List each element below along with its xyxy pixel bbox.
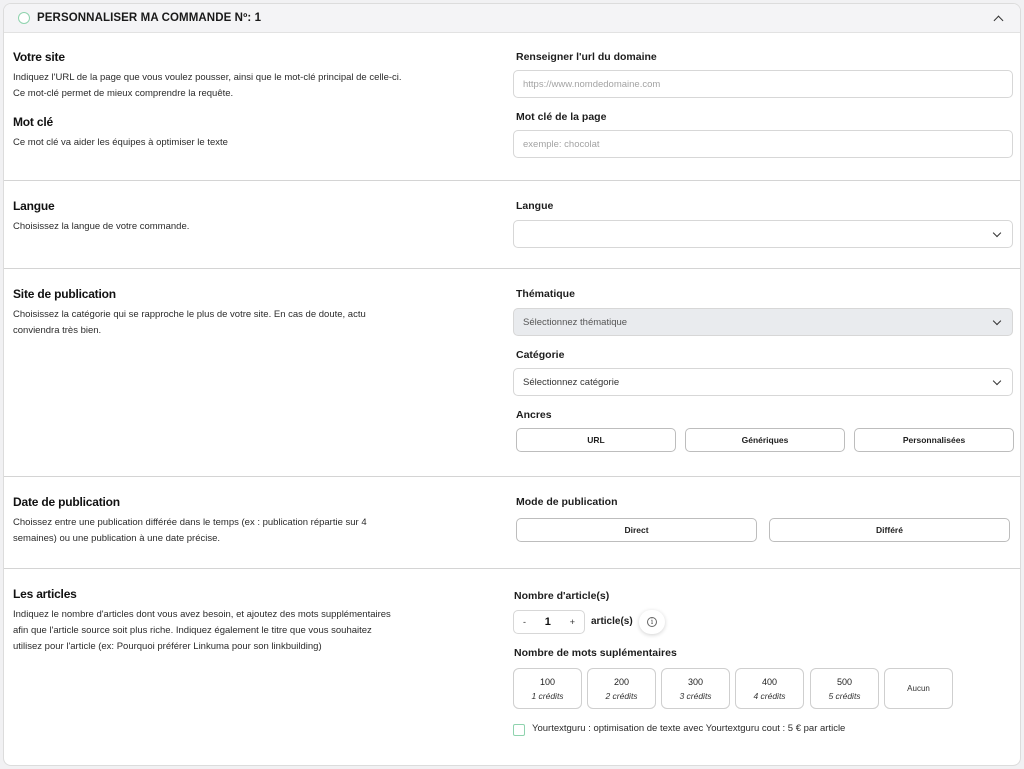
keyword-input[interactable]: exemple: chocolat — [513, 130, 1013, 158]
increment-button[interactable]: + — [570, 617, 575, 627]
status-radio-icon[interactable] — [18, 12, 30, 24]
ancre-personnalisees-button[interactable]: Personnalisées — [854, 428, 1014, 452]
yourtextguru-label: Yourtextguru : optimisation de texte ave… — [532, 723, 846, 734]
words-option-value: 200 — [613, 676, 630, 687]
votre-site-desc-2: Ce mot-clé permet de mieux comprendre la… — [13, 88, 234, 99]
card-title: PERSONNALISER MA COMMANDE Nº: 1 — [37, 12, 262, 24]
chevron-down-icon — [992, 376, 1002, 386]
thematique-select[interactable]: Sélectionnez thématique — [513, 308, 1013, 336]
categorie-select-value: Sélectionnez catégorie — [523, 376, 620, 388]
mode-publication-label: Mode de publication — [516, 496, 618, 508]
article-count-label: Nombre d'article(s) — [514, 590, 610, 602]
words-option-value: 100 — [539, 676, 556, 687]
words-option-500[interactable]: 500 5 crédits — [810, 668, 879, 709]
extra-words-label: Nombre de mots suplémentaires — [514, 647, 677, 659]
words-option-100[interactable]: 100 1 crédits — [513, 668, 582, 709]
words-option-200[interactable]: 200 2 crédits — [587, 668, 656, 709]
articles-section: Les articles Indiquez le nombre d'articl… — [4, 568, 1020, 765]
info-icon: i — [647, 617, 657, 627]
date-publication-title: Date de publication — [13, 495, 120, 509]
words-option-credits: 2 crédits — [605, 690, 638, 701]
articles-desc-1: Indiquez le nombre d'articles dont vous … — [13, 609, 391, 620]
langue-title: Langue — [13, 199, 55, 213]
keyword-label: Mot clé de la page — [516, 111, 607, 123]
info-button[interactable]: i — [639, 610, 665, 634]
mot-cle-title: Mot clé — [13, 115, 53, 129]
words-option-none[interactable]: Aucun — [884, 668, 953, 709]
mode-direct-button[interactable]: Direct — [516, 518, 757, 542]
mot-cle-desc: Ce mot clé va aider les équipes à optimi… — [13, 137, 228, 148]
article-count-stepper[interactable]: - 1 + — [513, 610, 585, 634]
date-publication-desc-1: Choissez entre une publication différée … — [13, 517, 367, 528]
words-option-value: 300 — [687, 676, 704, 687]
categorie-select[interactable]: Sélectionnez catégorie — [513, 368, 1013, 396]
site-publication-title: Site de publication — [13, 287, 116, 301]
url-input[interactable]: https://www.nomdedomaine.com — [513, 70, 1013, 98]
articles-title: Les articles — [13, 587, 77, 601]
decrement-button[interactable]: - — [523, 617, 526, 627]
langue-section: Langue Choisissez la langue de votre com… — [4, 180, 1020, 268]
yourtextguru-checkbox[interactable] — [513, 724, 525, 736]
words-option-400[interactable]: 400 4 crédits — [735, 668, 804, 709]
order-customization-card: PERSONNALISER MA COMMANDE Nº: 1 Votre si… — [3, 3, 1021, 766]
date-publication-desc-2: semaines) ou une publication à une date … — [13, 533, 221, 544]
ancre-generiques-button[interactable]: Génériques — [685, 428, 845, 452]
votre-site-title: Votre site — [13, 50, 65, 64]
words-option-credits: 5 crédits — [828, 690, 861, 701]
card-header[interactable]: PERSONNALISER MA COMMANDE Nº: 1 — [4, 4, 1020, 33]
chevron-down-icon — [992, 316, 1002, 326]
words-option-value: 500 — [836, 676, 853, 687]
date-publication-section: Date de publication Choissez entre une p… — [4, 476, 1020, 568]
chevron-up-icon[interactable] — [993, 15, 1004, 25]
site-publication-desc-2: conviendra très bien. — [13, 325, 102, 336]
langue-desc: Choisissez la langue de votre commande. — [13, 221, 190, 232]
chevron-down-icon — [992, 228, 1002, 238]
article-unit-label: article(s) — [591, 616, 633, 627]
mot-cle-section: Mot clé Ce mot clé va aider les équipes … — [13, 115, 443, 151]
mode-differe-button[interactable]: Différé — [769, 518, 1010, 542]
words-option-credits: 3 crédits — [679, 690, 712, 701]
site-publication-section: Site de publication Choisissez la catégo… — [4, 268, 1020, 476]
categorie-label: Catégorie — [516, 349, 565, 361]
thematique-select-value: Sélectionnez thématique — [523, 316, 628, 328]
ancres-label: Ancres — [516, 409, 552, 421]
langue-label: Langue — [516, 200, 554, 212]
site-publication-desc-1: Choisissez la catégorie qui se rapproche… — [13, 309, 366, 320]
langue-select[interactable] — [513, 220, 1013, 248]
words-option-credits: 1 crédits — [531, 690, 564, 701]
thematique-label: Thématique — [516, 288, 575, 300]
votre-site-section: Votre site Indiquez l'URL de la page que… — [13, 50, 443, 102]
words-option-300[interactable]: 300 3 crédits — [661, 668, 730, 709]
articles-desc-2: afin que l'article source soit plus rich… — [13, 625, 372, 636]
articles-desc-3: utilisez pour l'article (ex: Pourquoi pr… — [13, 641, 322, 652]
votre-site-desc-1: Indiquez l'URL de la page que vous voule… — [13, 72, 402, 83]
words-option-none-label: Aucun — [907, 684, 930, 693]
words-option-credits: 4 crédits — [753, 690, 786, 701]
words-option-value: 400 — [761, 676, 778, 687]
ancre-url-button[interactable]: URL — [516, 428, 676, 452]
article-count-value: 1 — [544, 616, 551, 628]
url-label: Renseigner l'url du domaine — [516, 51, 657, 63]
